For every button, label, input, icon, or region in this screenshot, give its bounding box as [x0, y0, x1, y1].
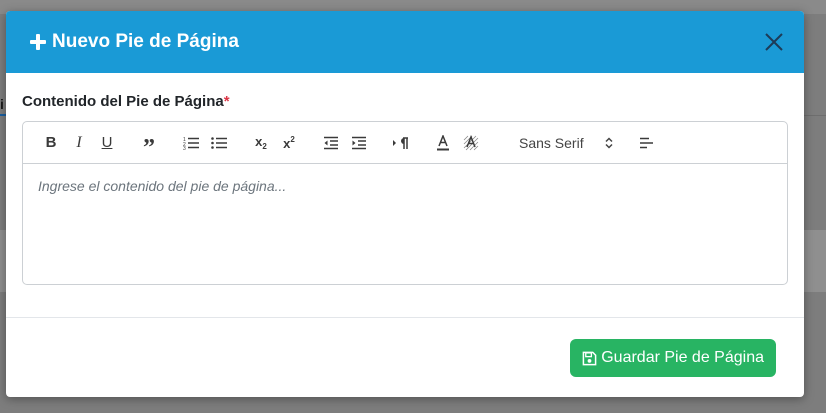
editor-placeholder: Ingrese el contenido del pie de página..… [38, 178, 287, 194]
save-footer-button[interactable]: Guardar Pie de Página [570, 339, 776, 377]
background-color-icon [463, 134, 479, 150]
font-color-button[interactable] [429, 131, 457, 155]
new-footer-modal: Nuevo Pie de Página Contenido del Pie de… [6, 11, 804, 397]
font-color-icon [437, 134, 449, 150]
ordered-list-icon: 1 2 3 [183, 137, 199, 150]
underline-icon: U [101, 134, 113, 151]
background-color-button[interactable] [457, 131, 485, 155]
indent-icon [352, 136, 366, 149]
superscript-icon: x2 [283, 134, 295, 151]
modal-footer: Guardar Pie de Página [6, 318, 804, 396]
blockquote-icon: ” [143, 134, 155, 161]
bullet-list-icon [211, 136, 227, 149]
modal-title: Nuevo Pie de Página [30, 31, 239, 53]
field-label: Contenido del Pie de Página* [22, 93, 788, 110]
save-footer-label: Guardar Pie de Página [601, 349, 764, 366]
bold-button[interactable]: B [37, 131, 65, 155]
font-family-value: Sans Serif [519, 134, 584, 151]
superscript-button[interactable]: x2 [275, 131, 303, 155]
font-family-select[interactable]: Sans Serif [513, 131, 613, 155]
outdent-button[interactable] [317, 131, 345, 155]
ordered-list-button[interactable]: 1 2 3 [177, 131, 205, 155]
blockquote-button[interactable]: ” [135, 131, 163, 160]
bold-icon: B [45, 134, 57, 151]
plus-icon [30, 34, 46, 50]
svg-text:3: 3 [183, 146, 186, 150]
text-direction-icon [393, 136, 408, 149]
field-label-text: Contenido del Pie de Página [22, 93, 224, 110]
align-left-icon [640, 137, 653, 148]
editor-content-area[interactable]: Ingrese el contenido del pie de página..… [23, 164, 787, 284]
floppy-disk-icon [582, 351, 597, 365]
text-direction-button[interactable] [387, 131, 415, 155]
subscript-icon: x2 [255, 134, 267, 151]
editor-toolbar: B I U ” 1 2 3 x2 x2 Sans Serif [23, 122, 787, 164]
underline-button[interactable]: U [93, 131, 121, 155]
subscript-button[interactable]: x2 [247, 131, 275, 155]
required-mark: * [223, 93, 230, 110]
italic-icon: I [76, 133, 82, 151]
align-button[interactable] [633, 131, 661, 155]
select-arrows-icon [605, 136, 613, 149]
modal-body: Contenido del Pie de Página* B I U ” 1 2 [6, 73, 804, 318]
modal-title-text: Nuevo Pie de Página [52, 31, 239, 52]
outdent-icon [324, 136, 338, 149]
modal-header: Nuevo Pie de Página [6, 11, 804, 73]
close-icon [765, 33, 783, 51]
italic-button[interactable]: I [65, 131, 93, 155]
rich-text-editor: B I U ” 1 2 3 x2 x2 Sans Serif Ingrese e… [22, 121, 788, 285]
background-tab-fragment: i [0, 96, 4, 112]
bullet-list-button[interactable] [205, 131, 233, 155]
close-button[interactable] [762, 30, 786, 54]
indent-button[interactable] [345, 131, 373, 155]
